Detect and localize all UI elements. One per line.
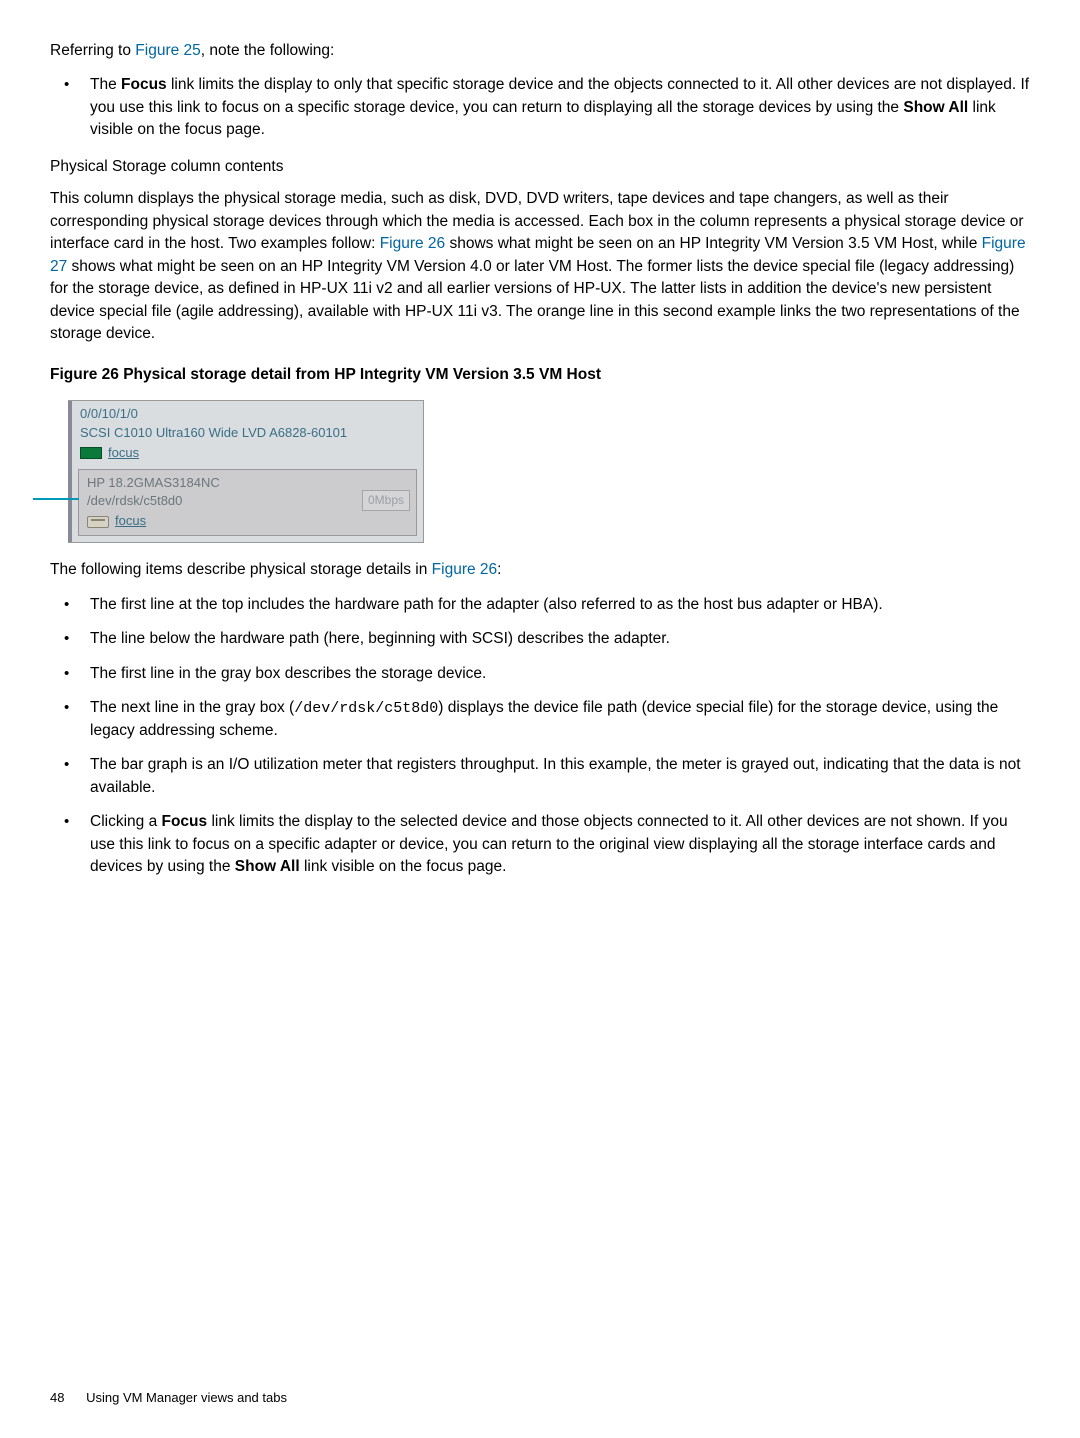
list-item: The Focus link limits the display to onl… [50, 74, 1030, 141]
text: The following items describe physical st… [50, 561, 432, 578]
text: Referring to [50, 42, 135, 59]
hardware-path: 0/0/10/1/0 [80, 405, 415, 424]
show-all-bold-2: Show All [235, 858, 300, 875]
figure-25-link[interactable]: Figure 25 [135, 42, 200, 59]
figure-26-caption: Figure 26 Physical storage detail from H… [50, 364, 1030, 386]
focus-bullet-list: The Focus link limits the display to onl… [50, 74, 1030, 141]
io-meter: 0Mbps [362, 490, 410, 511]
items-intro: The following items describe physical st… [50, 559, 1030, 581]
text: : [497, 561, 501, 578]
subsection-heading: Physical Storage column contents [50, 156, 1030, 178]
figure-26: 0/0/10/1/0 SCSI C1010 Ultra160 Wide LVD … [68, 400, 1030, 543]
adapter-focus-row: focus [80, 444, 415, 463]
adapter-box: 0/0/10/1/0 SCSI C1010 Ultra160 Wide LVD … [68, 400, 424, 543]
list-item: The bar graph is an I/O utilization mete… [50, 754, 1030, 799]
text: link limits the display to only that spe… [90, 76, 1029, 115]
adapter-icon [80, 447, 102, 459]
text: shows what might be seen on an HP Integr… [445, 235, 981, 252]
page-number: 48 [50, 1390, 64, 1405]
text: The line below the hardware path (here, … [90, 630, 670, 647]
adapter-focus-link[interactable]: focus [108, 444, 139, 463]
text: The bar graph is an I/O utilization mete… [90, 756, 1021, 795]
text: The next line in the gray box ( [90, 699, 294, 716]
left-bar [68, 401, 72, 542]
device-focus-row: focus [87, 512, 410, 531]
text: The first line at the top includes the h… [90, 596, 883, 613]
list-item: The line below the hardware path (here, … [50, 628, 1030, 650]
callout-line [33, 498, 79, 500]
device-focus-link[interactable]: focus [115, 512, 146, 531]
text: The first line in the gray box describes… [90, 665, 486, 682]
show-all-bold: Show All [903, 99, 968, 116]
figure-26-link[interactable]: Figure 26 [380, 235, 445, 252]
code-dsf: /dev/rdsk/c5t8d0 [294, 700, 438, 717]
page-footer: 48 Using VM Manager views and tabs [50, 1389, 287, 1408]
section-title: Using VM Manager views and tabs [86, 1390, 287, 1405]
text: , note the following: [201, 42, 335, 59]
device-name: HP 18.2GMAS3184NC [87, 474, 220, 493]
device-box: HP 18.2GMAS3184NC /dev/rdsk/c5t8d0 0Mbps… [78, 469, 417, 537]
list-item: The first line in the gray box describes… [50, 663, 1030, 685]
text: The [90, 76, 121, 93]
intro-paragraph: Referring to Figure 25, note the followi… [50, 40, 1030, 62]
disk-icon [87, 516, 109, 528]
device-special-file: /dev/rdsk/c5t8d0 [87, 492, 220, 511]
focus-bold: Focus [121, 76, 167, 93]
text: link visible on the focus page. [300, 858, 507, 875]
physical-storage-paragraph: This column displays the physical storag… [50, 188, 1030, 345]
list-item: The next line in the gray box (/dev/rdsk… [50, 697, 1030, 742]
text: Clicking a [90, 813, 162, 830]
details-list: The first line at the top includes the h… [50, 594, 1030, 879]
figure-26-link-2[interactable]: Figure 26 [432, 561, 497, 578]
adapter-description: SCSI C1010 Ultra160 Wide LVD A6828-60101 [80, 424, 415, 443]
text: shows what might be seen on an HP Integr… [50, 258, 1020, 342]
text: link limits the display to the selected … [90, 813, 1008, 875]
focus-bold-2: Focus [162, 813, 208, 830]
list-item: Clicking a Focus link limits the display… [50, 811, 1030, 878]
list-item: The first line at the top includes the h… [50, 594, 1030, 616]
